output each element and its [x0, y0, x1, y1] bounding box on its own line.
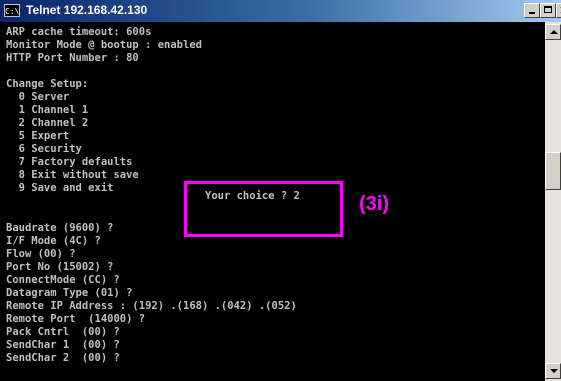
console-icon: C:\ — [4, 4, 20, 17]
console-line: SendChar 1 (00) ? — [6, 339, 120, 351]
console-line: Monitor Mode @ bootup : enabled — [6, 39, 202, 51]
title-bar[interactable]: C:\ Telnet 192.168.42.130 × — [0, 0, 561, 22]
maximize-button[interactable] — [540, 3, 556, 18]
annotation-highlight-box — [184, 181, 343, 237]
console-line: 9 Save and exit — [6, 182, 114, 194]
minimize-button[interactable] — [524, 3, 540, 18]
console-line: Port No (15002) ? — [6, 261, 114, 273]
console-line: Change Setup: — [6, 78, 89, 90]
vertical-scrollbar[interactable] — [545, 22, 561, 381]
console-line: 2 Channel 2 — [6, 117, 89, 129]
console-line: Remote Port (14000) ? — [6, 313, 146, 325]
step-annotation-label: (3i) — [359, 193, 389, 215]
close-button[interactable]: × — [556, 3, 561, 18]
console-line: I/F Mode (4C) ? — [6, 235, 101, 247]
console-line: 5 Expert — [6, 130, 70, 142]
console-line: Flow (00) ? — [6, 248, 76, 260]
console-line: SendChar 2 (00) ? — [6, 352, 120, 364]
scroll-thumb[interactable] — [545, 152, 561, 190]
console-line: Datagram Type (01) ? — [6, 287, 133, 299]
arrow-up-icon — [550, 30, 558, 34]
scroll-up-button[interactable] — [545, 24, 561, 40]
maximize-icon — [544, 6, 552, 13]
console-line: 8 Exit without save — [6, 169, 139, 181]
console-line: Remote IP Address : (192) .(168) .(042) … — [6, 300, 297, 312]
telnet-window: C:\ Telnet 192.168.42.130 × ARP cache ti… — [0, 0, 561, 381]
scroll-down-button[interactable] — [545, 363, 561, 379]
minimize-icon — [529, 12, 535, 14]
console-line: ConnectMode (CC) ? — [6, 274, 120, 286]
console-line: HTTP Port Number : 80 — [6, 52, 139, 64]
arrow-down-icon — [550, 369, 558, 373]
console-line: 7 Factory defaults — [6, 156, 133, 168]
window-title: Telnet 192.168.42.130 — [26, 3, 148, 17]
console-line: Pack Cntrl (00) ? — [6, 326, 120, 338]
console-line: 0 Server — [6, 91, 70, 103]
console-line: Baudrate (9600) ? — [6, 222, 114, 234]
console-line: 1 Channel 1 — [6, 104, 89, 116]
console-line: ARP cache timeout: 600s — [6, 26, 152, 38]
console-line: 6 Security — [6, 143, 82, 155]
